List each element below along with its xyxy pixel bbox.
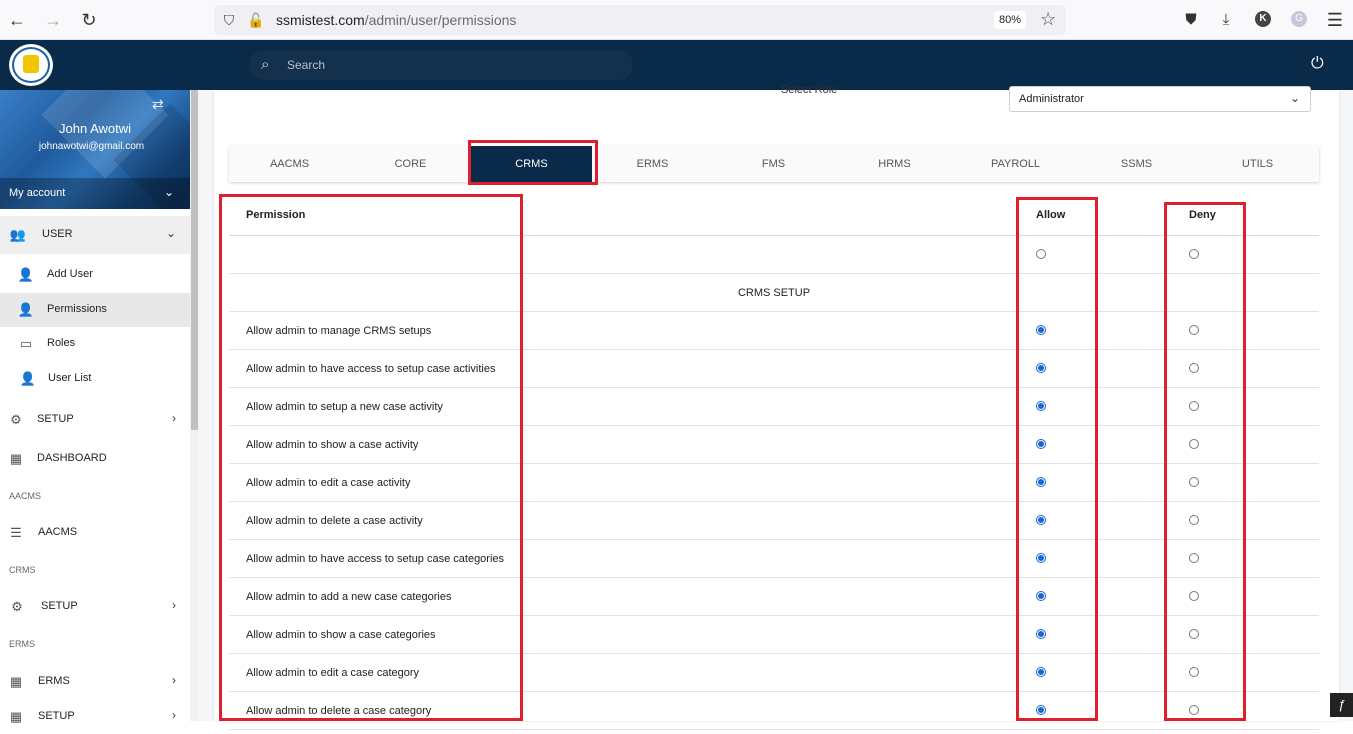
sidebar-group-label: USER <box>42 228 73 240</box>
forward-icon[interactable]: → <box>41 8 65 32</box>
sidebar-item-add-user[interactable]: 👤 Add User <box>0 258 190 292</box>
chevron-down-icon: ⌄ <box>165 226 176 240</box>
extension-icon[interactable]: G <box>1291 11 1307 27</box>
url-text[interactable]: ssmistest.com/admin/user/permissions <box>276 12 516 28</box>
user-email: johnawotwi@gmail.com <box>38 141 145 152</box>
user-key-icon: 👤 <box>17 302 35 317</box>
chevron-right-icon: › <box>172 708 176 722</box>
sidebar-section-aacms: AACMS <box>9 491 42 501</box>
sidebar-item-erms-setup[interactable]: ▦ SETUP › <box>0 700 190 734</box>
reload-icon[interactable]: ↻ <box>77 8 101 32</box>
chevron-right-icon: › <box>172 673 176 687</box>
url-host: ssmistest.com <box>276 12 365 28</box>
tab-hrms[interactable]: HRMS <box>834 146 955 182</box>
id-card-icon: ▭ <box>19 336 33 351</box>
users-icon: 👥 <box>9 227 27 242</box>
browser-toolbar: ← → ↻ ⛉ 🔓 ssmistest.com/admin/user/permi… <box>0 0 1353 40</box>
sidebar-group-user[interactable]: 👥 USER ⌄ <box>0 216 190 254</box>
highlight-crms-tab <box>468 140 598 185</box>
power-icon[interactable]: ⏻ <box>1311 55 1324 73</box>
chevron-right-icon: › <box>172 411 176 425</box>
sidebar: ⇄ John Awotwi johnawotwi@gmail.com My ac… <box>0 90 190 724</box>
sidebar-item-label: Add User <box>47 268 93 280</box>
list-icon: ☰ <box>10 525 22 540</box>
sidebar-item-label: Permissions <box>47 303 107 315</box>
tab-core[interactable]: CORE <box>350 146 471 182</box>
tab-payroll[interactable]: PAYROLL <box>955 146 1076 182</box>
sidebar-item-erms[interactable]: ▦ ERMS › <box>0 665 190 699</box>
back-icon[interactable]: ← <box>5 8 29 32</box>
sidebar-item-permissions[interactable]: 👤 Permissions <box>0 293 190 327</box>
zoom-level[interactable]: 80% <box>994 11 1026 29</box>
sidebar-item-user-list[interactable]: 👤 User List <box>0 362 190 396</box>
sidebar-section-erms: ERMS <box>9 639 36 649</box>
tab-aacms[interactable]: AACMS <box>229 146 350 182</box>
download-icon[interactable]: ⤓ <box>1214 8 1238 32</box>
insecure-lock-icon[interactable]: 🔓 <box>247 11 265 29</box>
gears-icon: ⚙ <box>11 599 23 614</box>
tab-erms[interactable]: ERMS <box>592 146 713 182</box>
sidebar-item-aacms[interactable]: ☰ AACMS <box>0 516 190 550</box>
sidebar-section-crms: CRMS <box>9 565 36 575</box>
calendar-icon: ▦ <box>9 674 23 689</box>
sidebar-item-label: AACMS <box>38 526 78 538</box>
highlight-allow-column <box>1016 197 1098 721</box>
chevron-down-icon: ⌄ <box>163 185 174 199</box>
sidebar-item-label: SETUP <box>38 710 75 722</box>
tab-fms[interactable]: FMS <box>713 146 834 182</box>
sidebar-item-label: SETUP <box>41 600 78 612</box>
search-placeholder: Search <box>287 58 326 72</box>
role-select-value: Administrator <box>1019 93 1084 105</box>
module-tabs: AACMS CORE CRMS ERMS FMS HRMS PAYROLL SS… <box>229 146 1319 182</box>
shield-icon[interactable]: ⛉ <box>220 11 238 29</box>
add-user-icon: 👤 <box>17 267 35 282</box>
user-name: John Awotwi <box>58 121 132 136</box>
symfony-toolbar-icon[interactable]: ƒ <box>1330 693 1353 717</box>
highlight-permission-column <box>219 194 523 721</box>
swap-icon[interactable]: ⇄ <box>152 96 164 113</box>
calendar-icon: ▦ <box>9 709 23 724</box>
gears-icon: ⚙ <box>10 412 22 427</box>
profile-panel: ⇄ John Awotwi johnawotwi@gmail.com My ac… <box>0 90 190 209</box>
sidebar-item-label: ERMS <box>38 675 70 687</box>
bookmark-star-icon[interactable]: ☆ <box>1040 9 1056 30</box>
search-icon: ⌕ <box>261 56 270 73</box>
menu-icon[interactable]: ☰ <box>1323 8 1347 32</box>
chevron-down-icon: ⌄ <box>1289 91 1300 105</box>
main-content: Select Role Administrator ⌄ AACMS CORE C… <box>199 84 1353 730</box>
permissions-card: Select Role Administrator ⌄ AACMS CORE C… <box>214 84 1339 730</box>
sidebar-item-dashboard[interactable]: ▦ DASHBOARD <box>0 442 190 476</box>
sidebar-item-label: User List <box>48 372 92 384</box>
my-account-label: My account <box>9 187 66 199</box>
role-select[interactable]: Administrator ⌄ <box>1009 86 1311 112</box>
sidebar-scrollbar[interactable] <box>190 90 199 721</box>
tab-utils[interactable]: UTILS <box>1197 146 1318 182</box>
sidebar-item-label: DASHBOARD <box>37 452 107 464</box>
user-list-icon: 👤 <box>19 371 37 386</box>
sidebar-item-setup[interactable]: ⚙ SETUP › <box>0 403 190 437</box>
sidebar-item-label: SETUP <box>37 413 74 425</box>
select-role-label: Select Role <box>781 84 838 96</box>
pocket-icon[interactable]: ⛊ <box>1179 8 1203 32</box>
search-input[interactable]: ⌕ Search <box>249 50 633 80</box>
sidebar-item-roles[interactable]: ▭ Roles <box>0 327 190 361</box>
address-bar[interactable]: ⛉ 🔓 ssmistest.com/admin/user/permissions… <box>214 5 1066 35</box>
organization-logo[interactable] <box>9 44 53 86</box>
app-header: ⌕ Search ⏻ <box>0 40 1353 90</box>
profile-avatar[interactable]: K <box>1255 11 1271 27</box>
sidebar-item-label: Roles <box>47 337 76 349</box>
tab-ssms[interactable]: SSMS <box>1076 146 1197 182</box>
sidebar-item-crms-setup[interactable]: ⚙ SETUP › <box>0 590 190 624</box>
highlight-deny-column <box>1164 202 1246 721</box>
url-path: /admin/user/permissions <box>364 12 517 28</box>
chevron-right-icon: › <box>172 598 176 612</box>
my-account-toggle[interactable]: My account ⌄ <box>0 178 190 209</box>
calendar-icon: ▦ <box>9 451 23 466</box>
